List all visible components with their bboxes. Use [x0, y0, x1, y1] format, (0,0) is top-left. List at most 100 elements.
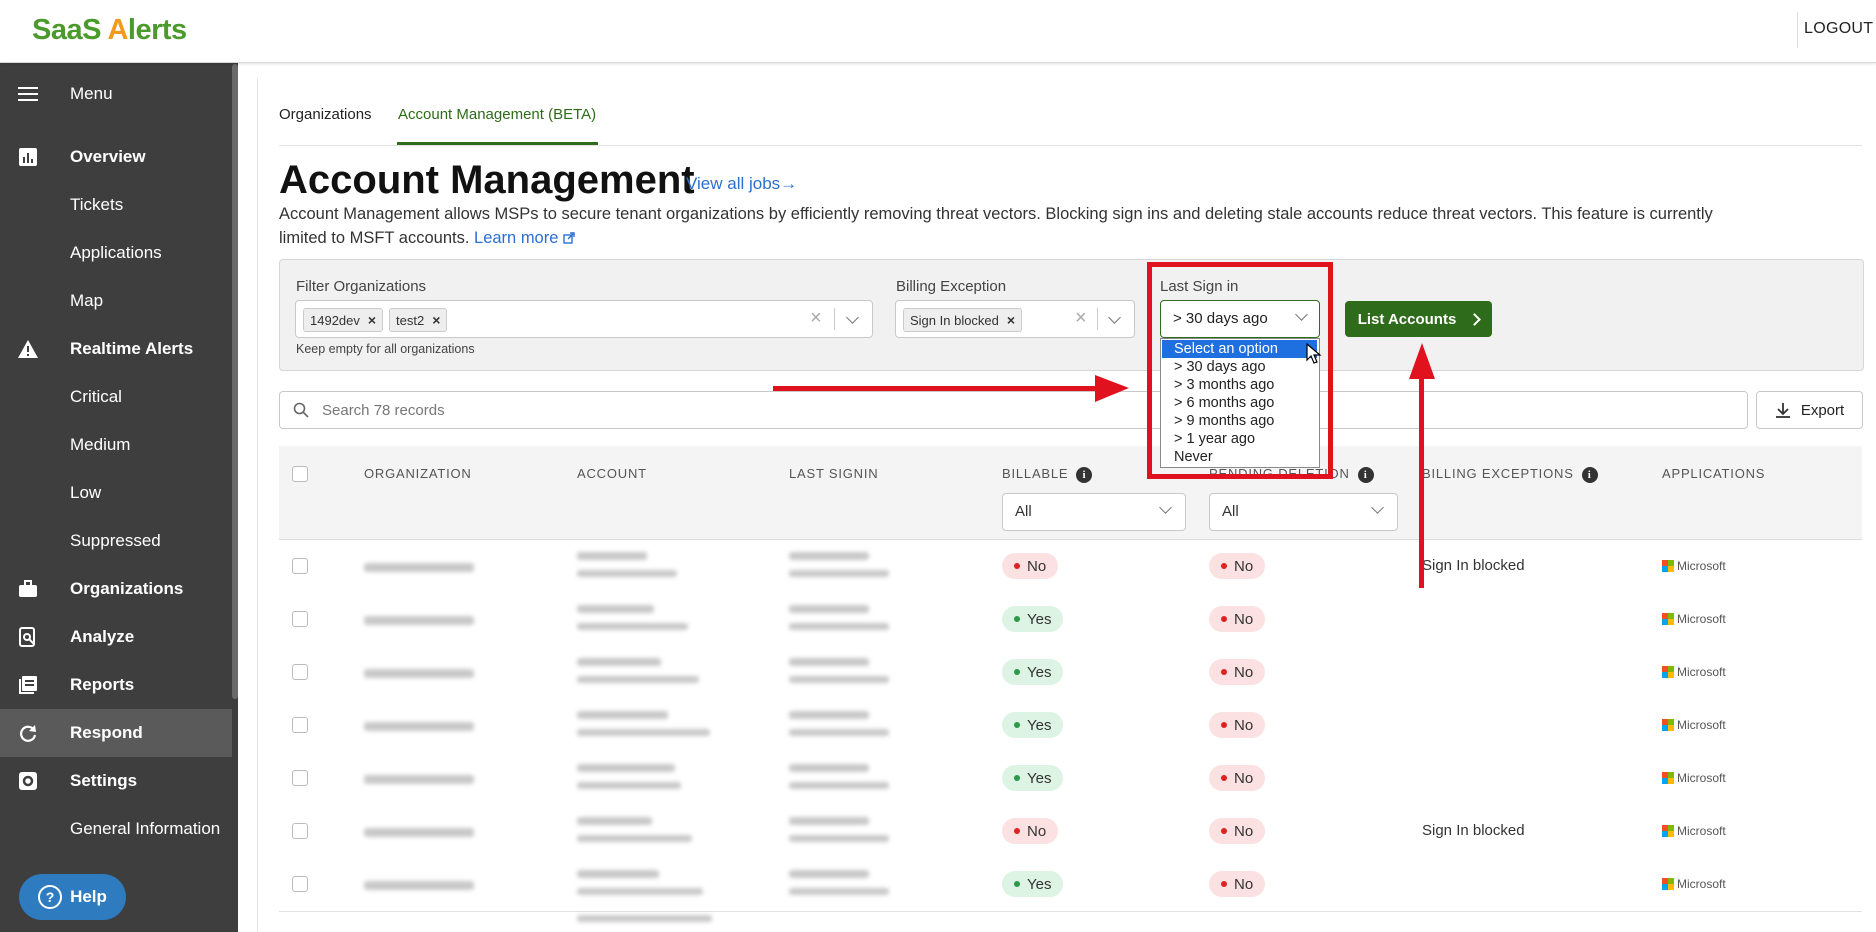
microsoft-app: Microsoft [1662, 877, 1726, 891]
chip-label: 1492dev [310, 312, 360, 328]
column-billing-exceptions[interactable]: BILLING EXCEPTIONS i [1422, 466, 1598, 483]
sidebar-item-low[interactable]: Low [0, 469, 232, 517]
sidebar-scrollbar[interactable] [232, 64, 238, 699]
sidebar-item-label: General Information [70, 819, 221, 838]
chevron-right-icon [1468, 312, 1482, 326]
help-button[interactable]: ? Help [19, 874, 126, 920]
tab-organizations[interactable]: Organizations [279, 106, 372, 123]
select-all-checkbox[interactable] [292, 466, 308, 482]
blurred-organization [364, 563, 474, 572]
search-box[interactable] [279, 391, 1748, 429]
pending-deletion-badge: No [1209, 712, 1266, 738]
blurred-account-name [577, 764, 675, 772]
sidebar-item-general-information[interactable]: General Information [0, 805, 232, 853]
microsoft-logo-icon [1662, 772, 1674, 784]
blurred-signin-date [789, 870, 869, 878]
row-checkbox[interactable] [292, 876, 308, 892]
sidebar-item-overview[interactable]: Overview [0, 133, 232, 181]
warning-icon [17, 338, 39, 360]
remove-chip-icon[interactable]: × [1007, 312, 1015, 328]
chevron-down-icon [1371, 501, 1384, 514]
info-icon[interactable]: i [1581, 466, 1598, 483]
sidebar-item-label: Applications [70, 243, 162, 262]
blurred-signin-date [789, 605, 869, 613]
table-row[interactable]: Yes No Microsoft [279, 646, 1862, 700]
search-input[interactable] [320, 399, 1724, 421]
sidebar-item-critical[interactable]: Critical [0, 373, 232, 421]
blurred-organization [364, 828, 474, 837]
column-organization[interactable]: ORGANIZATION [364, 466, 472, 481]
sidebar-item-settings[interactable]: Settings [0, 757, 232, 805]
column-applications[interactable]: APPLICATIONS [1662, 466, 1765, 481]
sidebar-item-menu[interactable]: Menu [0, 70, 232, 118]
table-row[interactable]: Yes No Microsoft [279, 699, 1862, 753]
remove-chip-icon[interactable]: × [368, 312, 376, 328]
list-accounts-button[interactable]: List Accounts [1345, 301, 1492, 337]
info-icon[interactable]: i [1076, 466, 1093, 483]
view-all-jobs-link[interactable]: View all jobs→ [686, 174, 797, 194]
microsoft-app: Microsoft [1662, 612, 1726, 626]
export-button[interactable]: Export [1756, 391, 1863, 429]
microsoft-app: Microsoft [1662, 718, 1726, 732]
filter-organizations-select[interactable]: 1492dev × test2 × × [295, 300, 873, 338]
clear-icon[interactable]: × [1075, 307, 1087, 330]
sidebar-item-label: Organizations [70, 579, 184, 598]
table-row[interactable]: Yes No Microsoft [279, 593, 1862, 647]
row-checkbox[interactable] [292, 717, 308, 733]
table-row[interactable]: No No Sign In blocked Microsoft [279, 805, 1862, 859]
sidebar-item-label: Menu [70, 84, 113, 103]
chevron-down-icon[interactable] [846, 311, 859, 324]
tab-account-management[interactable]: Account Management (BETA) [398, 106, 596, 123]
blurred-organization [364, 722, 474, 731]
select-divider [1097, 308, 1098, 330]
sidebar-item-analyze[interactable]: Analyze [0, 613, 232, 661]
logout-button[interactable]: LOGOUT [1804, 20, 1873, 38]
saas-alerts-logo[interactable]: SaaS Alerts [32, 14, 187, 47]
sidebar-item-reports[interactable]: Reports [0, 661, 232, 709]
table-row-partial [279, 912, 1862, 932]
learn-more-link[interactable]: Learn more [474, 229, 575, 247]
billing-exception-select[interactable]: Sign In blocked × × [895, 300, 1135, 338]
briefcase-icon [17, 578, 39, 600]
row-checkbox[interactable] [292, 823, 308, 839]
sidebar-item-label: Overview [70, 147, 146, 166]
sidebar-item-medium[interactable]: Medium [0, 421, 232, 469]
microsoft-app: Microsoft [1662, 559, 1726, 573]
billing-exception-text: Sign In blocked [1422, 557, 1525, 574]
table-row[interactable]: Yes No Microsoft [279, 752, 1862, 806]
sidebar-item-applications[interactable]: Applications [0, 229, 232, 277]
row-checkbox[interactable] [292, 558, 308, 574]
microsoft-logo-icon [1662, 560, 1674, 572]
sidebar-item-respond[interactable]: Respond [0, 709, 232, 757]
pending-deletion-filter-select[interactable]: All [1209, 493, 1398, 531]
sidebar-item-suppressed[interactable]: Suppressed [0, 517, 232, 565]
column-account[interactable]: ACCOUNT [577, 466, 647, 481]
chevron-down-icon[interactable] [1108, 311, 1121, 324]
blurred-account-email [577, 782, 681, 789]
blurred-organization [364, 881, 474, 890]
sidebar-item-realtime-alerts[interactable]: Realtime Alerts [0, 325, 232, 373]
blurred-organization [364, 616, 474, 625]
filter-organizations-label: Filter Organizations [296, 278, 427, 295]
billable-badge: No [1002, 553, 1059, 579]
page-description-line2: limited to MSFT accounts. Learn more [279, 229, 575, 248]
clear-icon[interactable]: × [810, 307, 822, 330]
remove-chip-icon[interactable]: × [432, 312, 440, 328]
sidebar-item-tickets[interactable]: Tickets [0, 181, 232, 229]
sidebar-item-map[interactable]: Map [0, 277, 232, 325]
sidebar-item-label: Map [70, 291, 104, 310]
column-last-signin[interactable]: LAST SIGNIN [789, 466, 878, 481]
billable-filter-select[interactable]: All [1002, 493, 1186, 531]
table-row[interactable]: No No Sign In blocked Microsoft [279, 540, 1862, 594]
table-row[interactable]: Yes No Microsoft [279, 858, 1862, 912]
row-checkbox[interactable] [292, 664, 308, 680]
row-checkbox[interactable] [292, 611, 308, 627]
billable-filter-value: All [1015, 503, 1032, 520]
info-icon[interactable]: i [1357, 466, 1374, 483]
column-billable[interactable]: BILLABLE i [1002, 466, 1093, 483]
blurred-account-email [577, 676, 699, 683]
row-checkbox[interactable] [292, 770, 308, 786]
org-chip: 1492dev × [303, 308, 384, 332]
page-title: Account Management [279, 158, 695, 202]
sidebar-item-organizations[interactable]: Organizations [0, 565, 232, 613]
